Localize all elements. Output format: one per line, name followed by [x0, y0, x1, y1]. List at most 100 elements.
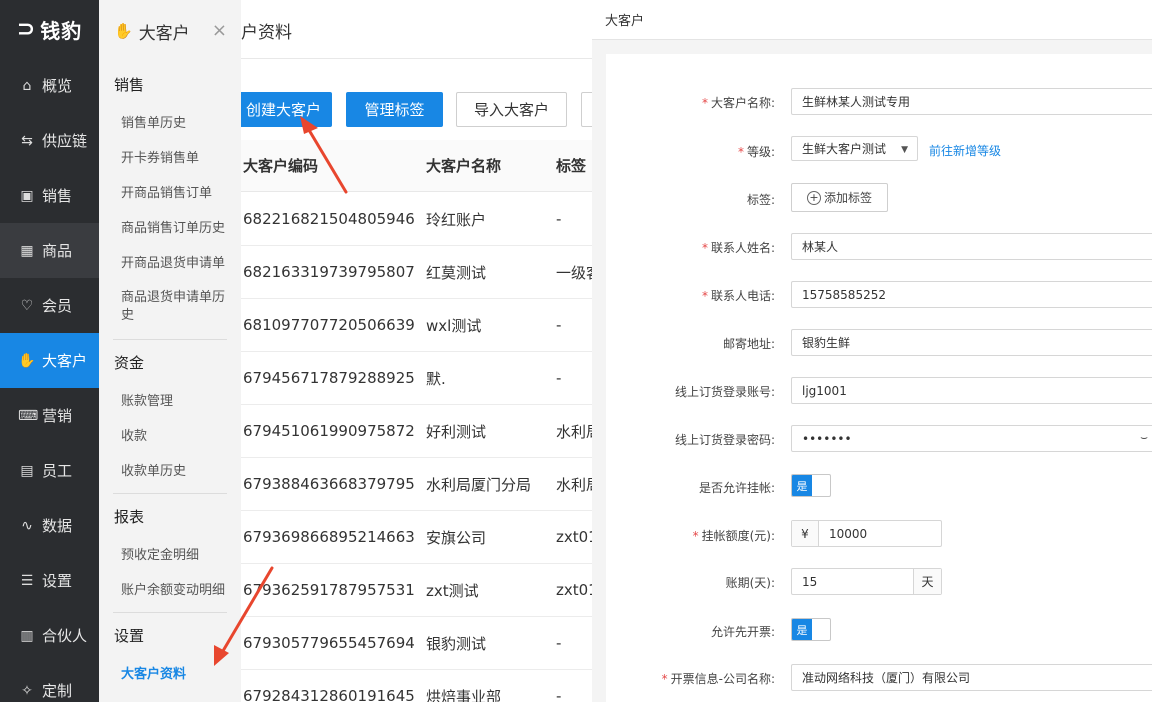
customer-tag-cell: zxt01	[556, 581, 592, 599]
import-customer-button[interactable]: 导入大客户	[456, 92, 567, 127]
nav-item[interactable]: ⌂ 概览	[0, 58, 99, 113]
table-row[interactable]: 682216821504805946 玲红账户 -	[241, 193, 592, 246]
logo[interactable]: ⊃ 钱豹	[0, 0, 99, 58]
customer-form-panel: 大客户 * 大客户名称: 生鲜林某人测试专用 * 等级: 生鲜大客户测试 ▼ 前往新…	[592, 0, 1152, 702]
staff-icon: ▤	[20, 462, 34, 479]
payment-term-input[interactable]: 15 天	[791, 568, 942, 595]
table-row[interactable]: 679456717879288925 默. -	[241, 352, 592, 405]
days-suffix: 天	[913, 569, 941, 594]
add-level-link[interactable]: 前往新增等级	[929, 142, 1001, 159]
submenu-item[interactable]: 收款	[99, 419, 241, 454]
customer-name-cell: 烘焙事业部	[426, 687, 502, 702]
form-panel-title: 大客户	[592, 0, 1152, 40]
nav-item-label: 商品	[42, 242, 73, 260]
table-row[interactable]: 679362591787957531 zxt测试 zxt01	[241, 564, 592, 617]
field-label: 允许先开票:	[710, 625, 775, 639]
nav-item[interactable]: ▤ 员工	[0, 443, 99, 498]
create-customer-button[interactable]: 创建大客户	[241, 92, 332, 127]
customer-name-input[interactable]: 生鲜林某人测试专用	[791, 88, 1152, 115]
table-row[interactable]: 679388463668379795 水利局厦门分局 水利局	[241, 458, 592, 511]
customer-name-cell: 红莫测试	[426, 263, 487, 282]
contact-name-input[interactable]: 林某人	[791, 233, 1152, 260]
marketing-icon: ⌨	[18, 407, 39, 424]
field-label: 线上订货登录账号:	[674, 385, 775, 399]
submenu-item[interactable]: 收款单历史	[99, 454, 241, 489]
customer-tag-cell: 水利局	[556, 475, 592, 494]
customer-code-cell: 679388463668379795	[243, 475, 415, 493]
invoice-first-toggle[interactable]: 是	[791, 618, 831, 641]
customer-tag-cell: zxt01	[556, 528, 592, 546]
submenu-panel: ✋ 大客户 × 销售 销售单历史 开卡券销售单 开商品销售订单 商品销售订单历史…	[99, 0, 241, 702]
level-select-value: 生鲜大客户测试	[802, 142, 887, 156]
nav-item-label: 设置	[42, 572, 73, 590]
nav-item[interactable]: ✋ 大客户	[0, 333, 99, 388]
allow-credit-toggle[interactable]: 是	[791, 474, 831, 497]
submenu-item[interactable]: 账户余额变动明细	[99, 573, 241, 608]
member-icon: ♡	[20, 297, 34, 314]
nav-item-label: 会员	[42, 297, 73, 315]
nav-item[interactable]: ▦ 商品	[0, 223, 99, 278]
nav-item[interactable]: ☰ 设置	[0, 553, 99, 608]
field-label: * 联系人电话:	[701, 289, 775, 303]
submenu-section-funds: 资金	[114, 353, 145, 372]
login-password-input[interactable]: ••••••• ⌣	[791, 425, 1152, 452]
eye-closed-icon[interactable]: ⌣	[1140, 430, 1148, 445]
submenu-item[interactable]: 销售单历史	[99, 106, 241, 141]
field-label: * 开票信息-公司名称:	[661, 672, 775, 686]
nav-item[interactable]: ♡ 会员	[0, 278, 99, 333]
nav-item-label: 数据	[42, 517, 73, 535]
partner-icon: ▥	[20, 627, 34, 644]
customer-name-cell: 好利测试	[426, 422, 487, 441]
nav-item[interactable]: ⌨ 营销	[0, 388, 99, 443]
nav-item[interactable]: ▥ 合伙人	[0, 608, 99, 663]
add-tag-button[interactable]: + 添加标签	[791, 183, 888, 212]
table-row[interactable]: 679451061990975872 好利测试 水利局	[241, 405, 592, 458]
field-label: 账期(天):	[725, 576, 775, 590]
nav-item[interactable]: ▣ 销售	[0, 168, 99, 223]
column-header-name[interactable]: 大客户名称	[426, 140, 546, 191]
field-label: * 大客户名称:	[701, 96, 775, 110]
nav-item[interactable]: ∿ 数据	[0, 498, 99, 553]
login-account-input[interactable]: ljg1001	[791, 377, 1152, 404]
logo-mark-icon: ⊃	[16, 16, 37, 42]
table-row[interactable]: 682163319739795807 红莫测试 一级客	[241, 246, 592, 299]
more-button[interactable]	[581, 92, 592, 127]
credit-limit-input[interactable]: ¥ 10000	[791, 520, 942, 547]
nav-item[interactable]: ⇆ 供应链	[0, 113, 99, 168]
invoice-company-input[interactable]: 准动网络科技（厦门）有限公司	[791, 664, 1152, 691]
submenu-item[interactable]: 账款管理	[99, 384, 241, 419]
toggle-on-label: 是	[792, 619, 812, 640]
customer-name-cell: 玲红账户	[426, 210, 487, 229]
manage-tags-button[interactable]: 管理标签	[346, 92, 443, 127]
submenu-item[interactable]: 开卡券销售单	[99, 141, 241, 176]
table-row[interactable]: 679284312860191645 烘焙事业部 -	[241, 670, 592, 702]
table-row[interactable]: 681097707720506639 wxl测试 -	[241, 299, 592, 352]
contact-phone-input[interactable]: 15758585252	[791, 281, 1152, 308]
table-row[interactable]: 679369866895214663 安旗公司 zxt01	[241, 511, 592, 564]
submenu-item-customer-profile[interactable]: 大客户资料	[99, 657, 241, 692]
nav-item-label: 销售	[42, 187, 73, 205]
table-header: 大客户编码 大客户名称 标签	[241, 140, 592, 192]
close-icon[interactable]: ×	[212, 20, 227, 41]
submenu-item[interactable]: 开商品销售订单	[99, 176, 241, 211]
submenu-item[interactable]: 开商品退货申请单	[99, 246, 241, 281]
field-label: * 联系人姓名:	[701, 241, 775, 255]
customer-tag-cell: 水利局	[556, 422, 592, 441]
plus-icon: +	[806, 190, 821, 205]
nav-item-label: 概览	[42, 77, 73, 95]
submenu-item[interactable]: 商品销售订单历史	[99, 211, 241, 246]
nav-item-label: 供应链	[42, 132, 88, 150]
submenu-item[interactable]: 商品退货申请单历史	[99, 281, 241, 335]
field-label: * 挂帐额度(元):	[692, 529, 775, 543]
column-header-tag[interactable]: 标签	[556, 140, 592, 191]
customer-code-cell: 682216821504805946	[243, 210, 415, 228]
table-row[interactable]: 679305779655457694 银豹测试 -	[241, 617, 592, 670]
customer-name-cell: 默.	[426, 369, 446, 388]
level-select[interactable]: 生鲜大客户测试 ▼	[791, 136, 918, 161]
logo-text: 钱豹	[40, 18, 83, 43]
column-header-code[interactable]: 大客户编码	[243, 140, 418, 191]
submenu-item[interactable]: 预收定金明细	[99, 538, 241, 573]
mailing-address-input[interactable]: 银豹生鲜	[791, 329, 1152, 356]
app-screen: ⊃ 钱豹 ⌂ 概览 ⇆ 供应链 ▣ 销售 ▦ 商品 ♡ 会员 ✋ 大客户 ⌨ 营销 ▤ 员工 ∿ 数据 ☰ 设置 ▥ 合伙…	[0, 0, 1152, 702]
nav-item[interactable]: ✧ 定制	[0, 663, 99, 702]
